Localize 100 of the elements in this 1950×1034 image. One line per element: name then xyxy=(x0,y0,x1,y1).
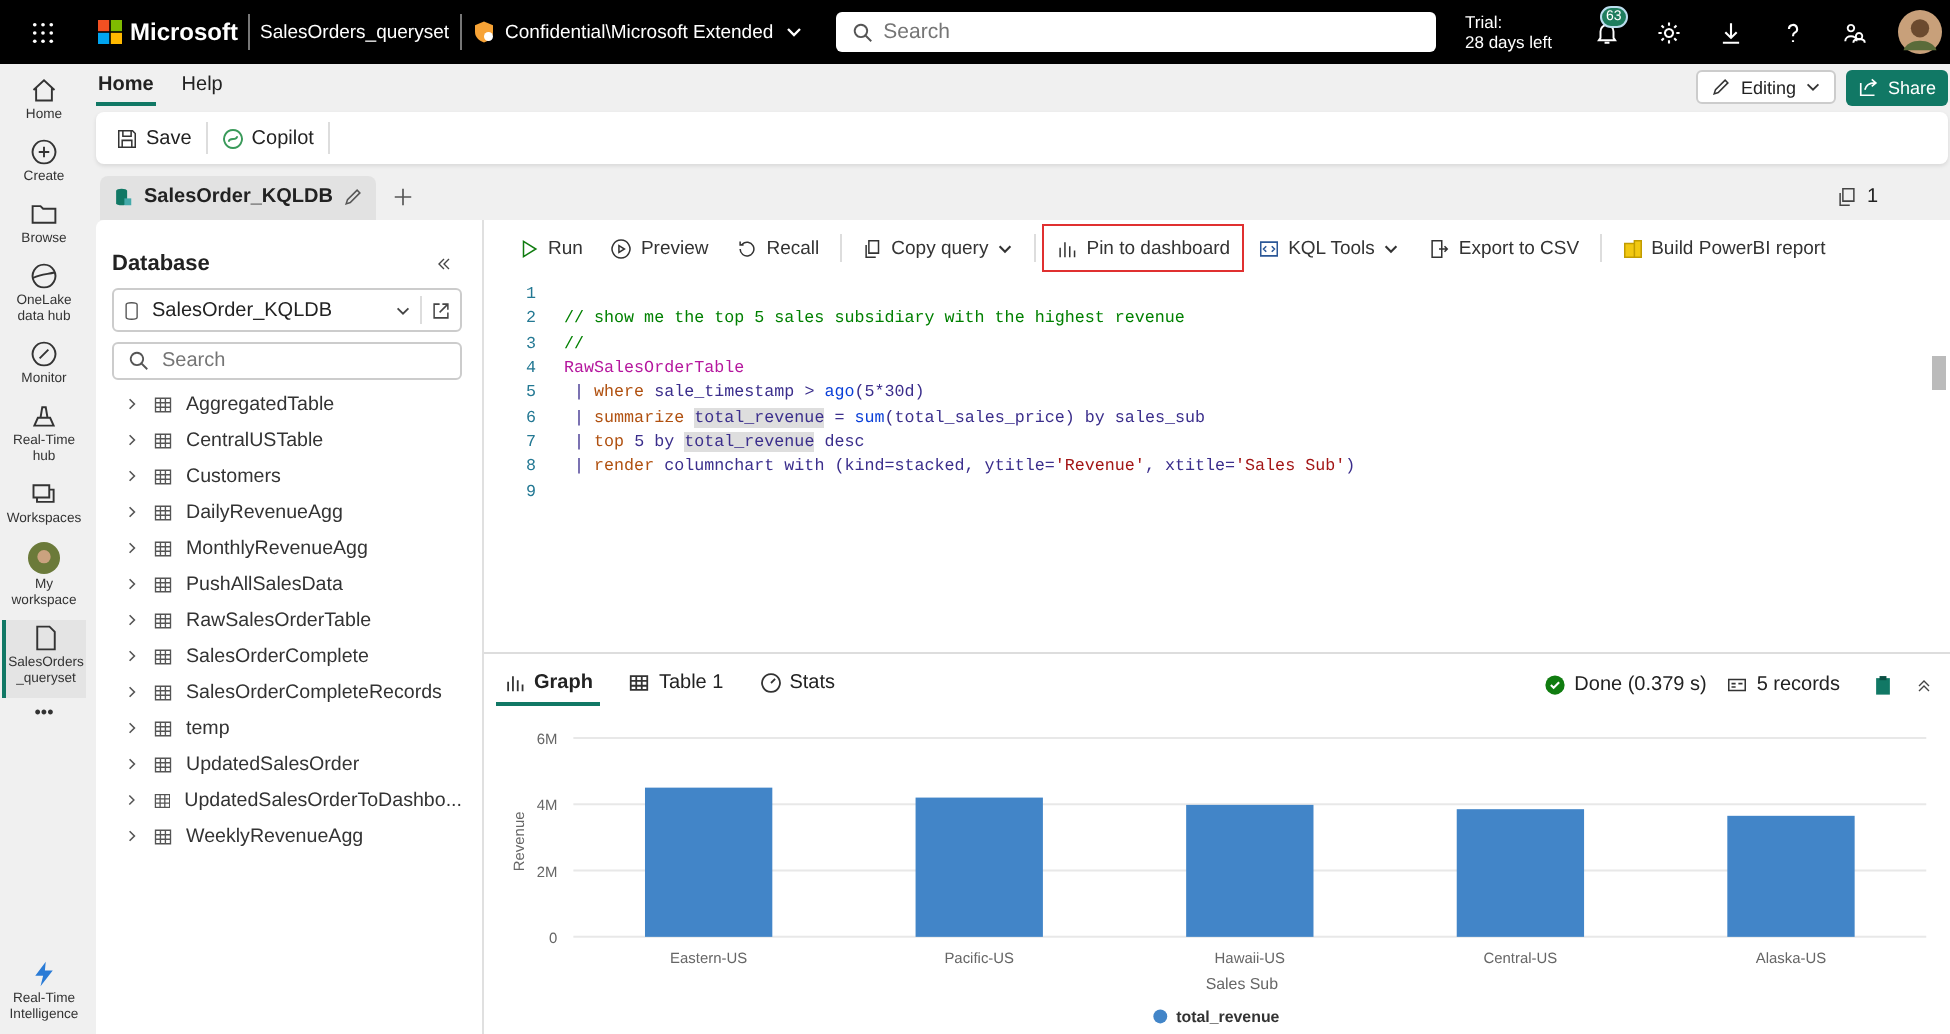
chevron-icon[interactable] xyxy=(124,540,140,556)
tree-item[interactable]: temp xyxy=(112,710,462,746)
tree-item[interactable]: AggregatedTable xyxy=(112,386,462,422)
tree-item[interactable]: RawSalesOrderTable xyxy=(112,602,462,638)
line-number: 9 xyxy=(523,481,536,502)
gauge-icon xyxy=(759,672,782,695)
tree-item[interactable]: UpdatedSalesOrderToDashbo... xyxy=(112,782,462,818)
toolbar-button[interactable]: Preview xyxy=(596,224,723,272)
preview-icon xyxy=(610,237,633,259)
home-icon xyxy=(30,76,58,104)
chevron-icon[interactable] xyxy=(124,396,140,412)
line-number: 8 xyxy=(523,456,536,477)
report-icon xyxy=(1621,237,1644,259)
tree-item[interactable]: UpdatedSalesOrder xyxy=(112,746,462,782)
table-name: UpdatedSalesOrderToDashbo... xyxy=(184,789,462,811)
ribbon-tab[interactable]: Home xyxy=(96,68,156,106)
code-line: | where sale_timestamp > ago(5*30d) xyxy=(572,382,925,403)
copy-icon[interactable] xyxy=(1836,186,1859,208)
chevron-icon[interactable] xyxy=(124,648,140,664)
chevron-icon[interactable] xyxy=(124,432,140,448)
tree-item[interactable]: DailyRevenueAgg xyxy=(112,494,462,530)
table-name: RawSalesOrderTable xyxy=(186,609,372,631)
search-field[interactable]: Search xyxy=(112,342,462,380)
tree-item[interactable]: SalesOrderCompleteRecords xyxy=(112,674,462,710)
app-launcher-icon[interactable] xyxy=(32,21,54,43)
share-button[interactable]: Share xyxy=(1845,69,1948,105)
table-icon xyxy=(154,395,172,413)
settings-icon[interactable] xyxy=(1656,19,1682,45)
code-line: | summarize total_revenue = sum(total_sales_price) by sales_sub xyxy=(572,407,1205,428)
collapse-icon[interactable] xyxy=(434,254,454,274)
table-icon xyxy=(154,539,172,557)
table-icon xyxy=(154,683,172,701)
ribbon-tab[interactable]: Help xyxy=(179,68,225,106)
document-tab[interactable]: SalesOrder_KQLDB xyxy=(100,175,377,219)
toolbar-button[interactable]: Save xyxy=(108,127,200,149)
tree-item[interactable]: Customers xyxy=(112,458,462,494)
toolbar-button[interactable]: Copilot xyxy=(213,127,322,149)
logo-icon xyxy=(98,20,122,44)
chevron-icon[interactable] xyxy=(124,792,140,808)
sensitivity-label[interactable]: Confidential\Microsoft Extended xyxy=(505,21,774,43)
success-icon xyxy=(1544,674,1567,697)
export-icon xyxy=(1428,237,1451,259)
table-icon xyxy=(154,467,172,485)
windows-icon xyxy=(30,480,58,508)
tree-item[interactable]: SalesOrderComplete xyxy=(112,638,462,674)
chevron-icon[interactable] xyxy=(124,612,140,628)
table-name: PushAllSalesData xyxy=(186,573,343,595)
chevron-icon[interactable] xyxy=(124,504,140,520)
code-line: | render columnchart with (kind=stacked, ytitle='Revenue', xtitle='Sales Sub') xyxy=(572,456,1356,477)
caret-icon[interactable] xyxy=(783,22,804,42)
table-name: CentralUSTable xyxy=(186,429,324,451)
chevron-icon[interactable] xyxy=(124,684,140,700)
chevron-icon[interactable] xyxy=(124,468,140,484)
user-avatar[interactable] xyxy=(1898,10,1942,54)
scrollbar[interactable] xyxy=(1932,356,1946,390)
result-tab[interactable]: Graph xyxy=(496,664,601,707)
records-icon xyxy=(1726,674,1749,697)
collapse-icon[interactable] xyxy=(1914,675,1934,696)
toolbar-button[interactable]: Run xyxy=(504,224,597,272)
item-name[interactable]: SalesOrders_queryset xyxy=(260,21,450,43)
save-icon xyxy=(116,127,138,149)
toolbar-button[interactable]: Build PowerBI report xyxy=(1607,224,1840,272)
panel-title: Database xyxy=(112,252,210,276)
table-name: WeeklyRevenueAgg xyxy=(186,825,364,847)
line-number: 1 xyxy=(523,284,536,305)
result-tab[interactable]: Table 1 xyxy=(620,664,732,707)
tree-item[interactable]: MonthlyRevenueAgg xyxy=(112,530,462,566)
toolbar-button[interactable]: Recall xyxy=(722,224,834,272)
table-name: UpdatedSalesOrder xyxy=(186,753,360,775)
people-icon[interactable] xyxy=(1842,19,1868,45)
add-tab-icon[interactable] xyxy=(392,186,415,208)
database-dropdown[interactable]: SalesOrder_KQLDB xyxy=(112,288,462,332)
caret-icon xyxy=(1803,78,1822,96)
clipboard-icon[interactable] xyxy=(1872,674,1894,697)
pencil-icon xyxy=(342,186,365,208)
lightning-icon xyxy=(30,960,58,988)
grid-icon xyxy=(628,672,651,695)
tree-item[interactable]: WeeklyRevenueAgg xyxy=(112,818,462,854)
hub-icon xyxy=(30,402,58,430)
table-icon xyxy=(154,755,172,773)
search-field[interactable]: Search xyxy=(835,12,1436,52)
table-icon xyxy=(154,503,172,521)
share-icon xyxy=(1857,76,1880,98)
toolbar-button[interactable]: KQL Tools xyxy=(1244,224,1415,272)
toolbar-button[interactable]: Copy query xyxy=(847,224,1029,272)
table-name: temp xyxy=(186,717,230,739)
pencil-icon xyxy=(1710,76,1733,98)
tree-item[interactable]: PushAllSalesData xyxy=(112,566,462,602)
editing-button[interactable]: Editing xyxy=(1696,70,1836,104)
chevron-icon[interactable] xyxy=(124,756,140,772)
toolbar-button[interactable]: Export to CSV xyxy=(1414,224,1594,272)
play-icon xyxy=(518,237,540,259)
result-tab[interactable]: Stats xyxy=(751,664,843,707)
toolbar-button[interactable]: Pin to dashboard xyxy=(1042,224,1245,272)
chevron-icon[interactable] xyxy=(124,828,140,844)
rail-item[interactable]: ••• xyxy=(2,698,86,732)
chevron-icon[interactable] xyxy=(124,720,140,736)
download-icon[interactable] xyxy=(1718,19,1744,45)
chevron-icon[interactable] xyxy=(124,576,140,592)
tree-item[interactable]: CentralUSTable xyxy=(112,422,462,458)
